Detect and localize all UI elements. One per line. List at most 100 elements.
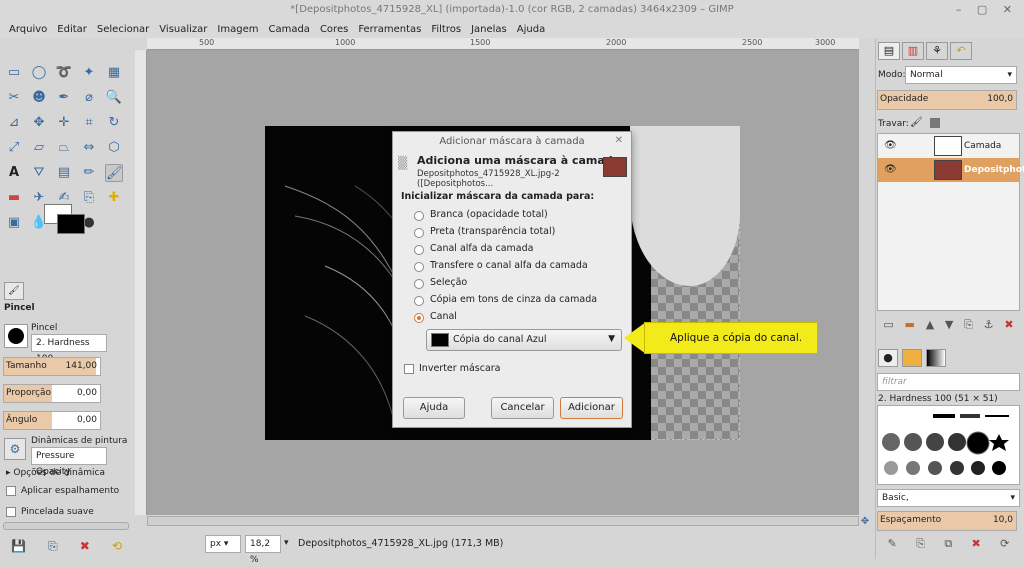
radio-black[interactable] (414, 228, 424, 238)
eraser-icon[interactable]: ▬ (5, 189, 23, 207)
ellipse-select-icon[interactable]: ◯ (30, 64, 48, 82)
smooth-checkbox[interactable] (6, 507, 16, 517)
color-picker-icon[interactable]: ⌀ (80, 89, 98, 107)
new-brush-icon[interactable]: ⎘ (916, 537, 925, 555)
radio-grayscale[interactable] (414, 296, 424, 306)
reset-options-icon[interactable]: ⟲ (112, 539, 122, 553)
brush-grid[interactable] (877, 405, 1020, 485)
paths-icon[interactable]: ✒ (55, 89, 73, 107)
menu-ferramentas[interactable]: Ferramentas (353, 24, 426, 35)
flip-icon[interactable]: ⇔ (80, 139, 98, 157)
brush-name-field[interactable]: 2. Hardness 100 (31, 334, 107, 364)
restore-options-icon[interactable]: ⎘ (48, 539, 58, 554)
perspective-icon[interactable]: ⏢ (55, 139, 73, 157)
size-slider[interactable]: Tamanho 141,00 (3, 357, 101, 376)
move-icon[interactable]: ✥ (30, 114, 48, 132)
foreground-select-icon[interactable]: ☻ (30, 89, 48, 107)
dynamics-icon[interactable]: ⚙ (4, 438, 26, 460)
heal-icon[interactable]: ✚ (105, 189, 123, 207)
layer-row[interactable]: 👁 Camada (878, 134, 1019, 158)
duplicate-layer-icon[interactable]: ⎘ (964, 318, 973, 336)
undo-tab-icon[interactable]: ↶ (950, 42, 972, 60)
zoom-icon[interactable]: 🔍 (105, 89, 123, 107)
crop-icon[interactable]: ⌗ (80, 114, 98, 132)
menu-janelas[interactable]: Janelas (466, 24, 512, 35)
paths-tab-icon[interactable]: ⚘ (926, 42, 948, 60)
cage-icon[interactable]: ⬡ (105, 139, 123, 157)
scissors-icon[interactable]: ✂ (5, 89, 23, 107)
blend-icon[interactable]: ▤ (55, 164, 73, 182)
menu-arquivo[interactable]: Arquivo (4, 24, 52, 35)
proportion-slider[interactable]: Proporção 0,00 (3, 384, 101, 403)
paintbrush-icon[interactable]: 🖌 (105, 164, 123, 182)
cancel-button[interactable]: Cancelar (491, 397, 554, 419)
brush-preset-select[interactable]: Basic, ▾ (877, 489, 1020, 507)
dynamics-field[interactable]: Pressure Opacity (31, 447, 107, 477)
rotate-icon[interactable]: ↻ (105, 114, 123, 132)
channel-select[interactable]: Cópia do canal Azul ▼ (426, 329, 622, 351)
radio-transfer-alpha[interactable] (414, 262, 424, 272)
horizontal-scrollbar[interactable] (147, 516, 859, 526)
duplicate-brush-icon[interactable]: ⧉ (944, 537, 952, 555)
scale-icon[interactable]: ⤢ (5, 139, 23, 157)
raise-layer-icon[interactable]: ▲ (926, 318, 934, 336)
add-button[interactable]: Adicionar (560, 397, 623, 419)
channels-tab-icon[interactable]: ▥ (902, 42, 924, 60)
bucket-fill-icon[interactable]: ⛛ (30, 164, 48, 182)
shear-icon[interactable]: ▱ (30, 139, 48, 157)
pencil-icon[interactable]: ✏ (80, 164, 98, 182)
measure-icon[interactable]: ⊿ (5, 114, 23, 132)
lasso-icon[interactable]: ➰ (55, 64, 73, 82)
radio-white[interactable] (414, 211, 424, 221)
menu-editar[interactable]: Editar (52, 24, 92, 35)
eye-icon[interactable]: 👁 (884, 164, 897, 175)
dynamics-options-expander[interactable]: ▸ Opções de dinâmica (6, 468, 105, 478)
background-color[interactable] (57, 214, 85, 234)
invert-mask-checkbox[interactable] (404, 364, 414, 374)
perspective-clone-icon[interactable]: ▣ (5, 214, 23, 232)
mode-select[interactable]: Normal ▾ (905, 66, 1017, 84)
brushes-tab-icon[interactable]: ● (878, 349, 898, 367)
new-layer-icon[interactable]: ▭ (883, 318, 893, 336)
radio-channel[interactable] (414, 313, 424, 323)
rect-select-icon[interactable]: ▭ (5, 64, 23, 82)
menu-visualizar[interactable]: Visualizar (154, 24, 212, 35)
brush-filter-input[interactable]: filtrar (877, 373, 1020, 391)
lock-pixels-icon[interactable]: 🖌 (910, 117, 923, 128)
layer-row[interactable]: 👁 Depositphotos (878, 158, 1024, 182)
radio-alpha[interactable] (414, 245, 424, 255)
radio-selection[interactable] (414, 279, 424, 289)
zoom-field[interactable]: 18,2 % (245, 535, 281, 565)
angle-slider[interactable]: Ângulo 0,00 (3, 411, 101, 430)
menu-imagem[interactable]: Imagem (212, 24, 263, 35)
delete-layer-icon[interactable]: ✖ (1004, 318, 1013, 336)
color-select-icon[interactable]: ▦ (105, 64, 123, 82)
navigate-icon[interactable]: ✥ (859, 516, 871, 528)
lower-layer-icon[interactable]: ▼ (945, 318, 953, 336)
unit-select[interactable]: px ▾ (205, 535, 241, 553)
window-controls[interactable]: – ▢ ✕ (956, 3, 1018, 16)
menu-filtros[interactable]: Filtros (426, 24, 466, 35)
save-options-icon[interactable]: 💾 (11, 539, 26, 553)
tool-options-tab[interactable]: 🖌 (4, 282, 24, 300)
spacing-slider[interactable]: Espaçamento 10,0 (877, 511, 1017, 531)
tool-options-scrollbar[interactable] (3, 522, 129, 530)
fuzzy-select-icon[interactable]: ✦ (80, 64, 98, 82)
edit-brush-icon[interactable]: ✎ (888, 537, 897, 555)
eye-icon[interactable]: 👁 (884, 140, 897, 151)
brush-preview[interactable] (4, 324, 28, 348)
refresh-brush-icon[interactable]: ⟳ (1000, 537, 1009, 555)
close-icon[interactable]: ✕ (615, 135, 623, 146)
patterns-tab-icon[interactable] (902, 349, 922, 367)
new-group-icon[interactable]: ▬ (905, 318, 915, 336)
menu-ajuda[interactable]: Ajuda (512, 24, 550, 35)
menu-camada[interactable]: Camada (263, 24, 314, 35)
opacity-slider[interactable]: Opacidade 100,0 (877, 90, 1017, 110)
layers-tab-icon[interactable]: ▤ (878, 42, 900, 60)
zoom-dropdown-icon[interactable]: ▾ (284, 538, 289, 548)
lock-alpha-icon[interactable] (930, 118, 940, 128)
menu-selecionar[interactable]: Selecionar (92, 24, 154, 35)
delete-options-icon[interactable]: ✖ (80, 539, 90, 553)
delete-brush-icon[interactable]: ✖ (972, 537, 981, 555)
menu-cores[interactable]: Cores (315, 24, 353, 35)
